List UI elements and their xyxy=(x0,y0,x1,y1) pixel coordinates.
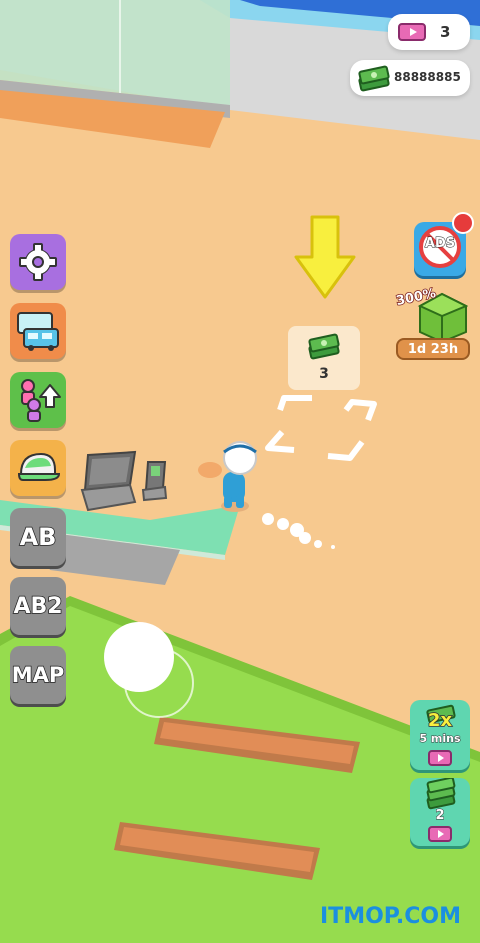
tickets-counter: 3 xyxy=(388,14,470,50)
game-scene: 3 xyxy=(0,0,480,943)
cash-icon xyxy=(358,65,390,92)
joystick-knob[interactable] xyxy=(104,622,174,692)
ab2-button[interactable]: AB2 xyxy=(10,577,66,635)
cash-stack-icon xyxy=(426,778,456,810)
cash-amount: 88888885 xyxy=(394,70,461,84)
player-character xyxy=(221,441,257,512)
hat-button[interactable] xyxy=(10,440,66,496)
ab-button[interactable]: AB xyxy=(10,508,66,566)
cash-boost-button[interactable]: 2x 5 mins xyxy=(410,700,470,770)
staff-upgrade-button[interactable] xyxy=(10,372,66,428)
ticket-icon xyxy=(428,826,452,842)
notification-dot xyxy=(452,212,474,234)
down-arrow-icon xyxy=(294,215,356,299)
cash-pickup-card[interactable]: 3 xyxy=(288,326,360,390)
world-background xyxy=(0,0,480,943)
settings-button[interactable] xyxy=(10,234,66,290)
bus-icon xyxy=(17,312,59,351)
boost-duration: 5 mins xyxy=(419,732,461,746)
cash-pack-count: 2 xyxy=(435,808,445,824)
vehicles-button[interactable] xyxy=(10,303,66,359)
ticket-icon xyxy=(398,23,426,41)
cap-icon xyxy=(17,452,61,481)
remove-ads-button[interactable]: ADS xyxy=(414,212,474,276)
cash-offer-button[interactable]: 300% 1d 23h xyxy=(394,285,470,360)
tickets-count: 3 xyxy=(440,23,451,41)
cash-counter: 88888885 xyxy=(350,60,470,96)
gear-icon xyxy=(19,243,57,281)
cash-pack-button[interactable]: 2 xyxy=(410,778,470,846)
map-button[interactable]: MAP xyxy=(10,646,66,704)
ticket-icon xyxy=(428,750,452,766)
cash-pickup-count: 3 xyxy=(319,366,329,382)
boost-multiplier: 2x xyxy=(427,709,453,732)
ads-label: ADS xyxy=(424,236,456,252)
staff-upgrade-icon xyxy=(21,379,61,422)
cash-stack-icon xyxy=(308,333,340,360)
watermark: ITMOP.COM xyxy=(320,904,461,929)
offer-timer: 1d 23h xyxy=(396,338,470,360)
